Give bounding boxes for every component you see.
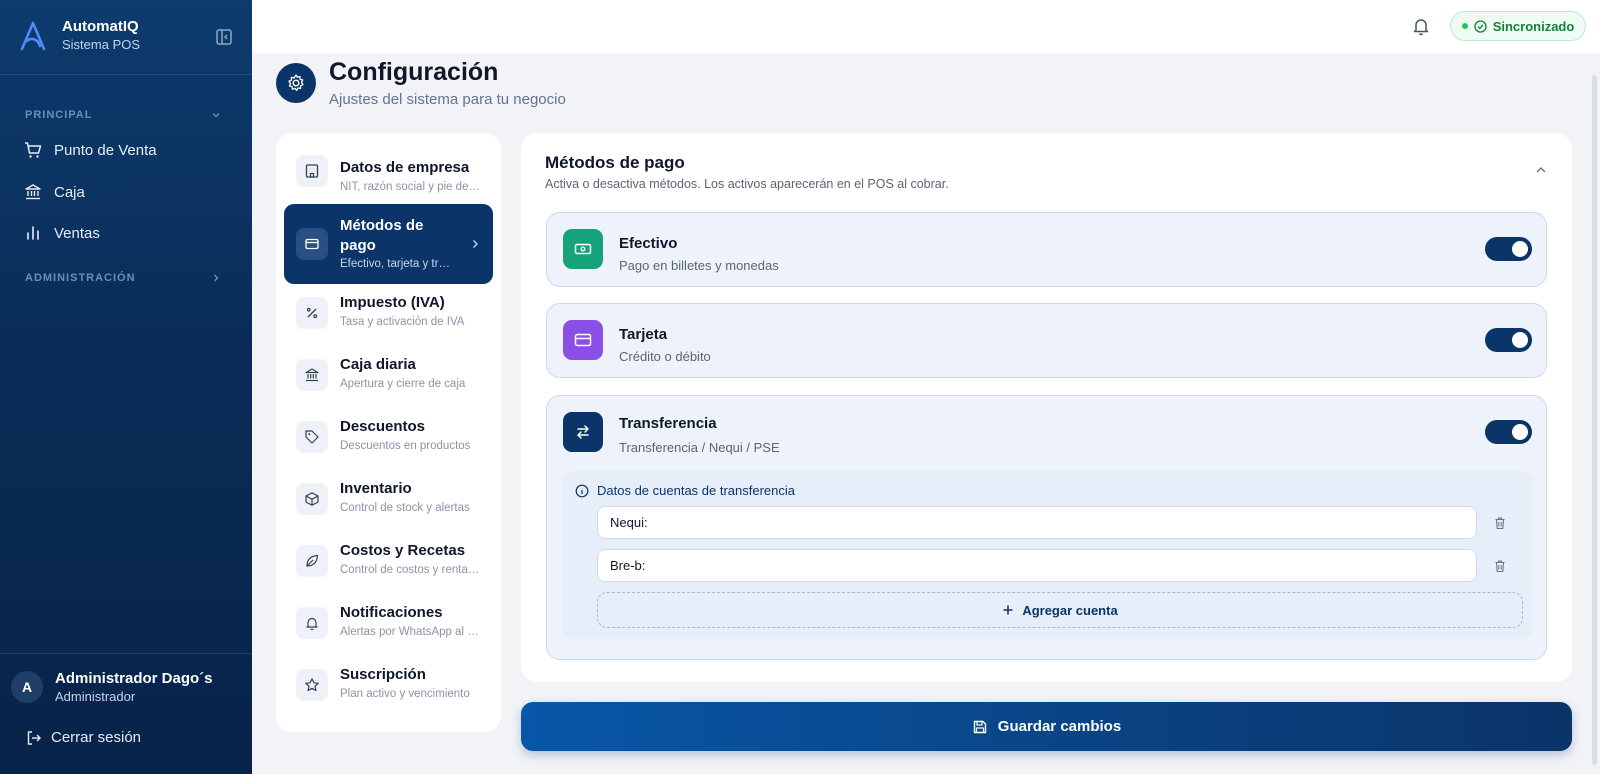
toggle-knob (1512, 241, 1528, 257)
payment-method-transferencia: Transferencia Transferencia / Nequi / PS… (546, 395, 1547, 660)
box-icon (296, 483, 328, 515)
sidebar-item-punto-de-venta[interactable]: Punto de Venta (24, 141, 157, 159)
settings-gear-icon (276, 63, 316, 103)
panel-title: Métodos de pago (545, 153, 685, 172)
sidebar: AutomatIQ Sistema POS PRINCIPAL Punto de… (0, 0, 252, 774)
leaf-icon (296, 545, 328, 577)
settings-menu: Datos de empresa NIT, razón social y pie… (276, 133, 501, 732)
info-icon (575, 484, 589, 497)
settings-item-metodos-pago[interactable]: Métodos de pago Efectivo, tarjeta y tran… (284, 204, 493, 284)
add-account-button[interactable]: Agregar cuenta (597, 592, 1523, 628)
avatar: A (11, 671, 43, 703)
panel-subtitle: Activa o desactiva métodos. Los activos … (545, 177, 949, 191)
bank-icon (296, 359, 328, 391)
payment-method-name: Tarjeta (619, 326, 668, 343)
payment-method-desc: Pago en billetes y monedas (619, 258, 779, 273)
sync-status-badge: Sincronizado (1450, 11, 1586, 41)
page-title: Configuración (329, 58, 499, 86)
save-changes-button[interactable]: Guardar cambios (521, 702, 1572, 751)
payment-method-desc: Transferencia / Nequi / PSE (619, 440, 780, 455)
status-dot-icon (1461, 23, 1468, 29)
trash-icon[interactable] (1493, 559, 1507, 573)
bar-chart-icon (27, 226, 39, 240)
sidebar-item-caja[interactable]: Caja (24, 183, 85, 201)
transfer-icon (563, 412, 603, 452)
save-icon (973, 720, 986, 733)
toggle-tarjeta[interactable] (1485, 328, 1532, 352)
user-profile[interactable]: A Administrador Dago´s Administrador (11, 670, 213, 704)
transfer-accounts-box: Datos de cuentas de transferencia Agrega… (563, 471, 1532, 639)
account-input-1[interactable] (597, 506, 1477, 539)
brand-subtitle: Sistema POS (62, 37, 141, 52)
sidebar-collapse-icon[interactable] (215, 28, 233, 46)
payment-method-name: Transferencia (619, 415, 717, 432)
automatiq-logo-icon (20, 21, 46, 51)
card-icon (563, 320, 603, 360)
chevron-right-icon (214, 274, 219, 282)
account-input-2[interactable] (597, 549, 1477, 582)
toggle-transferencia[interactable] (1485, 420, 1532, 444)
cart-icon (25, 142, 42, 158)
sidebar-divider (0, 653, 252, 654)
page-subtitle: Ajustes del sistema para tu negocio (329, 91, 566, 108)
percent-icon (296, 297, 328, 329)
chevron-right-icon (473, 240, 478, 248)
chevron-down-icon (212, 113, 220, 118)
bell-icon (296, 607, 328, 639)
user-role: Administrador (55, 689, 136, 704)
chevron-up-icon[interactable] (1534, 163, 1548, 177)
sync-status-text: Sincronizado (1492, 18, 1575, 34)
transfer-accounts-heading: Datos de cuentas de transferencia (575, 483, 795, 498)
bank-icon (25, 184, 41, 200)
payment-methods-panel: Métodos de pago Activa o desactiva métod… (521, 133, 1572, 682)
toggle-knob (1512, 424, 1528, 440)
logout-button[interactable]: Cerrar sesión (26, 729, 141, 746)
bell-icon[interactable] (1411, 16, 1431, 36)
sidebar-divider (0, 74, 252, 75)
payment-method-tarjeta: Tarjeta Crédito o débito (546, 303, 1547, 378)
sidebar-section-administracion[interactable]: ADMINISTRACIÓN (25, 272, 221, 284)
tag-icon (296, 421, 328, 453)
payment-method-name: Efectivo (619, 235, 678, 252)
scrollbar-thumb[interactable] (1592, 75, 1597, 765)
plus-icon (1003, 605, 1013, 615)
trash-icon[interactable] (1493, 516, 1507, 530)
sidebar-item-ventas[interactable]: Ventas (24, 224, 100, 242)
toggle-efectivo[interactable] (1485, 237, 1532, 261)
card-icon (296, 228, 328, 260)
payment-method-efectivo: Efectivo Pago en billetes y monedas (546, 212, 1547, 287)
cash-icon (563, 229, 603, 269)
payment-method-desc: Crédito o débito (619, 349, 711, 364)
building-icon (296, 155, 328, 187)
logout-icon (27, 730, 41, 745)
toggle-knob (1512, 332, 1528, 348)
brand-name: AutomatIQ (62, 18, 139, 35)
star-icon (296, 669, 328, 701)
sidebar-section-principal[interactable]: PRINCIPAL (25, 109, 221, 121)
page-scrollbar[interactable] (1589, 53, 1600, 774)
check-circle-icon (1474, 19, 1487, 33)
brand: AutomatIQ Sistema POS (18, 18, 140, 54)
user-name: Administrador Dago´s (55, 670, 213, 687)
topbar (252, 0, 1600, 53)
settings-item-suscripcion[interactable]: Suscripción Plan activo y vencimiento (284, 659, 493, 739)
